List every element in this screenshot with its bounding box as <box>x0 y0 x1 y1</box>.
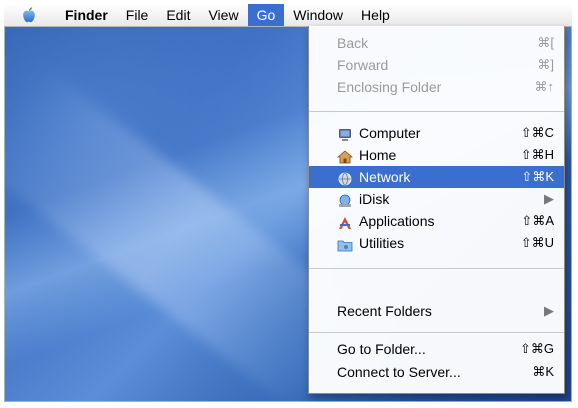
menu-item-label: Connect to Server... <box>337 364 461 380</box>
menu-item-enclosing-folder[interactable]: Enclosing Folder ⌘↑ <box>309 76 564 98</box>
desktop: Finder File Edit View Go Window Help Bac… <box>4 4 572 402</box>
menu-item-recent-folders[interactable]: Recent Folders ▶ <box>309 300 564 322</box>
go-menu-dropdown: Back ⌘[ Forward ⌘] Enclosing Folder ⌘↑ C… <box>308 26 565 394</box>
shortcut-label: ⌘↑ <box>534 79 555 94</box>
menu-item-label: Forward <box>337 57 389 73</box>
menu-item-label: Enclosing Folder <box>337 79 442 95</box>
menu-window[interactable]: Window <box>284 4 352 26</box>
menu-item-label: Home <box>359 147 397 163</box>
menu-item-applications[interactable]: Applications ⇧⌘A <box>309 210 564 232</box>
menu-item-go-to-folder[interactable]: Go to Folder... ⇧⌘G <box>309 338 564 360</box>
menu-item-label: Back <box>337 35 369 51</box>
menu-item-idisk[interactable]: iDisk ▶ <box>309 188 564 210</box>
computer-icon <box>337 126 353 141</box>
menu-separator <box>309 268 564 269</box>
menu-item-label: Applications <box>359 213 435 229</box>
shortcut-label: ⇧⌘U <box>520 235 554 250</box>
menu-item-forward[interactable]: Forward ⌘] <box>309 54 564 76</box>
menu-item-computer[interactable]: Computer ⇧⌘C <box>309 122 564 144</box>
idisk-icon <box>337 192 353 207</box>
menu-item-home[interactable]: Home ⇧⌘H <box>309 144 564 166</box>
home-icon <box>336 148 354 164</box>
shortcut-label: ⇧⌘K <box>521 169 554 184</box>
submenu-arrow-icon: ▶ <box>544 303 554 318</box>
shortcut-label: ⌘K <box>532 364 554 379</box>
menu-item-label: Utilities <box>359 235 405 251</box>
shortcut-label: ⌘[ <box>537 35 554 50</box>
shortcut-label: ⇧⌘C <box>520 125 554 140</box>
menu-item-network[interactable]: Network ⇧⌘K <box>309 166 564 188</box>
menu-file[interactable]: File <box>117 4 158 26</box>
applications-icon <box>337 214 353 229</box>
menu-view[interactable]: View <box>199 4 247 26</box>
submenu-arrow-icon: ▶ <box>544 191 554 206</box>
menu-separator <box>309 111 564 112</box>
menu-item-label: Recent Folders <box>337 303 432 319</box>
menu-edit[interactable]: Edit <box>157 4 199 26</box>
menu-bar: Finder File Edit View Go Window Help <box>4 4 572 27</box>
menu-item-label: Go to Folder... <box>337 341 426 357</box>
shortcut-label: ⌘] <box>537 57 554 72</box>
menu-item-label: iDisk <box>359 191 390 207</box>
menu-item-connect-to-server[interactable]: Connect to Server... ⌘K <box>309 361 564 383</box>
shortcut-label: ⇧⌘G <box>519 341 554 356</box>
menu-item-label: Network <box>359 169 411 185</box>
menu-item-label: Computer <box>359 125 421 141</box>
shortcut-label: ⇧⌘A <box>521 213 554 228</box>
network-icon <box>337 170 353 186</box>
utilities-folder-icon <box>337 236 353 252</box>
menu-go[interactable]: Go <box>247 4 285 26</box>
menu-finder[interactable]: Finder <box>56 4 117 26</box>
menu-separator <box>309 332 564 333</box>
menu-item-utilities[interactable]: Utilities ⇧⌘U <box>309 232 564 254</box>
menu-help[interactable]: Help <box>352 4 399 26</box>
apple-icon[interactable] <box>20 6 38 24</box>
shortcut-label: ⇧⌘H <box>520 147 554 162</box>
menu-item-back[interactable]: Back ⌘[ <box>309 32 564 54</box>
